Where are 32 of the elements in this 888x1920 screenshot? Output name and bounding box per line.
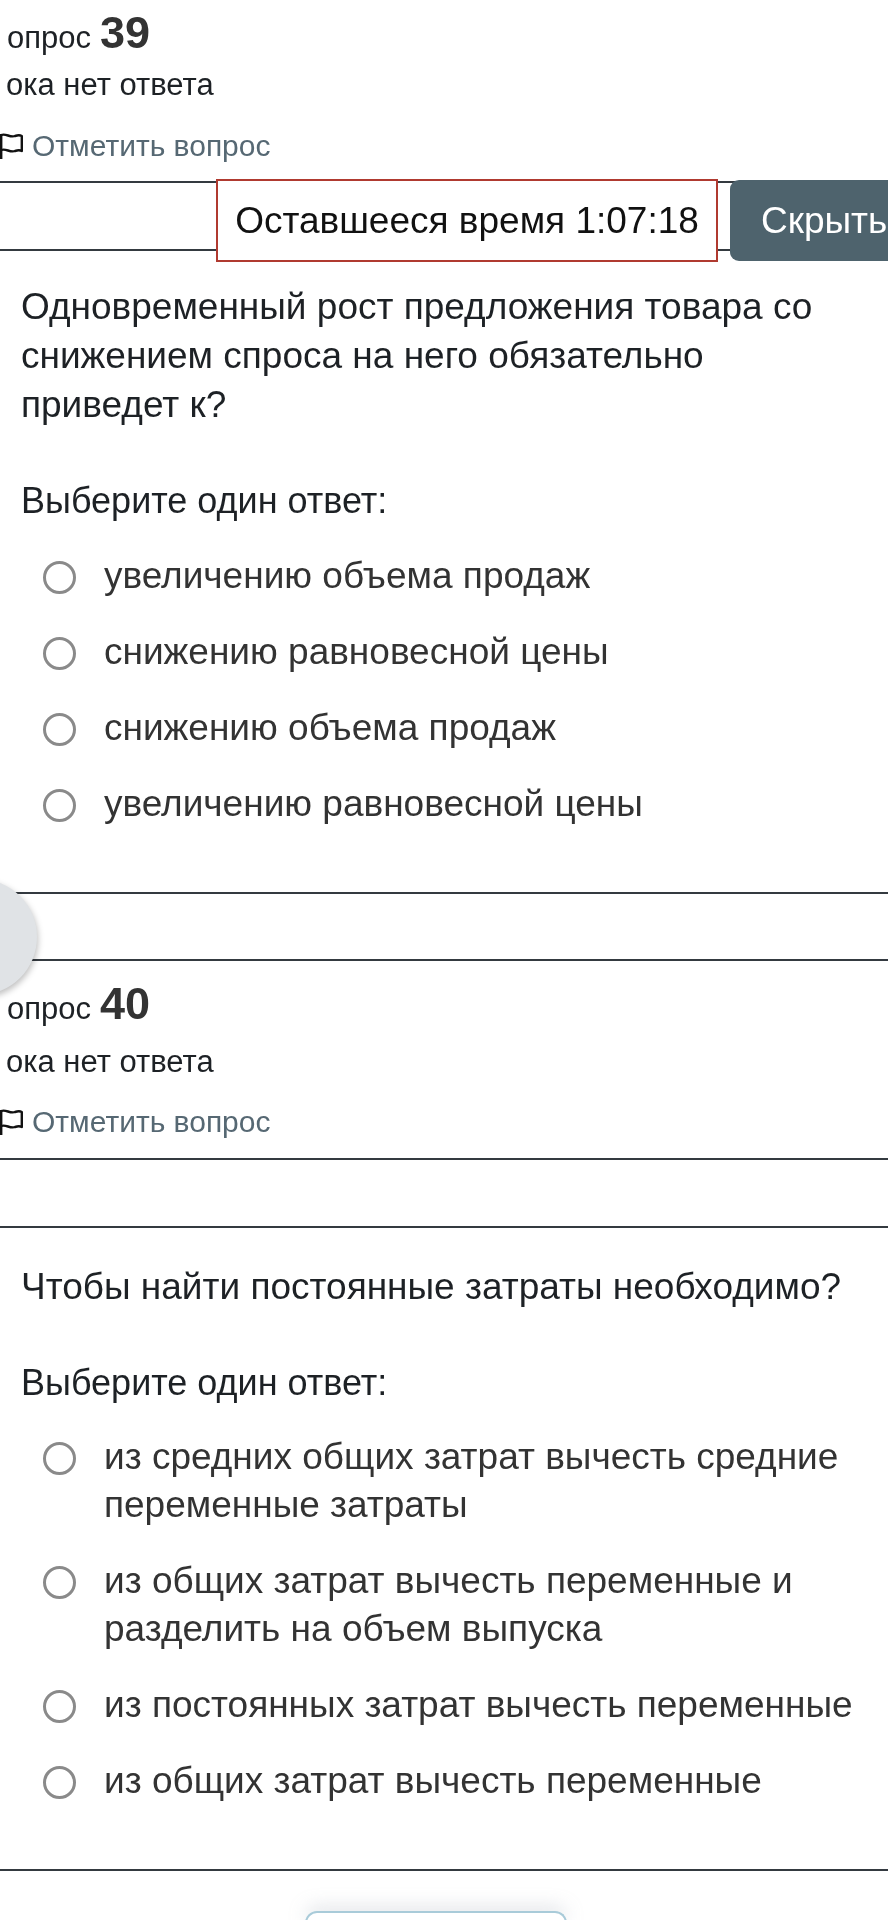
option-text[interactable]: снижению объема продаж (104, 704, 556, 752)
question-label: опрос (7, 991, 91, 1027)
radio-button[interactable] (43, 1690, 76, 1723)
remaining-time: Оставшееся время 1:07:18 (216, 179, 718, 262)
radio-button[interactable] (43, 713, 76, 746)
radio-button[interactable] (43, 1766, 76, 1799)
option-text[interactable]: из общих затрат вычесть переменные и разделить на объем выпуска (104, 1557, 882, 1653)
option-text[interactable]: увеличению объема продаж (104, 552, 591, 600)
flag-question-link[interactable]: Отметить вопрос (0, 126, 271, 166)
radio-button[interactable] (43, 1442, 76, 1475)
option-text[interactable]: снижению равновесной цены (104, 628, 609, 676)
question-number: 40 (100, 980, 151, 1028)
option-text[interactable]: увеличению равновесной цены (104, 780, 643, 828)
flag-icon (0, 132, 23, 160)
question-text: Одновременный рост предложения товара со снижением спроса на него обязательно приведет к? (21, 285, 814, 427)
flag-icon (0, 1108, 23, 1136)
flag-question-link[interactable]: Отметить вопрос (0, 1102, 271, 1142)
question-number: 39 (100, 9, 151, 57)
question-text: Чтобы найти постоянные затраты необходимо? (21, 1265, 843, 1309)
radio-button[interactable] (43, 789, 76, 822)
radio-button[interactable] (43, 1566, 76, 1599)
radio-button[interactable] (43, 637, 76, 670)
option-text[interactable]: из постоянных затрат вычесть переменные (104, 1681, 853, 1729)
answer-prompt: Выберите один ответ: (21, 479, 389, 523)
radio-button[interactable] (43, 561, 76, 594)
question-label: опрос (7, 20, 91, 56)
answer-prompt: Выберите один ответ: (21, 1361, 389, 1405)
option-text[interactable]: из общих затрат вычесть переменные (104, 1757, 762, 1805)
hide-button[interactable]: Скрыть (730, 180, 888, 261)
answer-status: ока нет ответа (6, 66, 215, 104)
option-text[interactable]: из средних общих затрат вычесть средние переменные затраты (104, 1433, 882, 1529)
answer-status: ока нет ответа (6, 1043, 215, 1081)
